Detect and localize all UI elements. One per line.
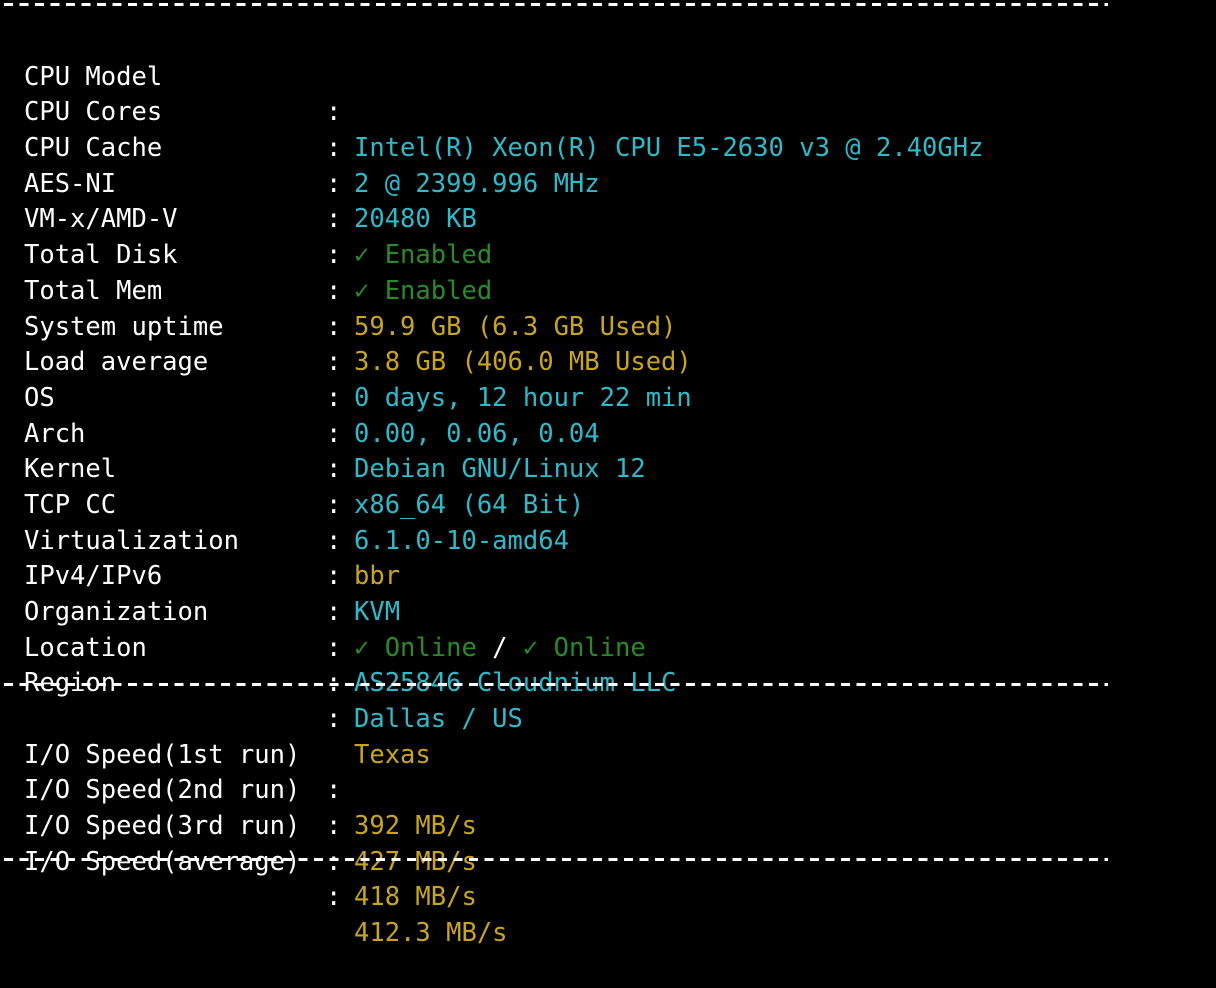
- value-vmx: ✓ Enabled: [354, 275, 493, 306]
- colon: :: [326, 275, 342, 306]
- row-system-uptime: System uptime : 0 days, 12 hour 22 min: [24, 274, 692, 413]
- row-ipv4-ipv6: IPv4/IPv6 : ✓ Online / ✓ Online: [24, 524, 646, 662]
- value-location: Dallas / US: [354, 704, 523, 735]
- colon: :: [326, 133, 342, 164]
- colon: :: [326, 311, 342, 342]
- value-region: Texas: [354, 739, 431, 770]
- system-info-list: CPU Model : Intel(R) Xeon(R) CPU E5-2630…: [24, 24, 983, 770]
- value-io-average: 412.3 MB/s: [354, 918, 508, 949]
- colon: :: [326, 775, 342, 806]
- colon: :: [326, 347, 342, 378]
- row-io-2nd: I/O Speed(2nd run) : 427 MB/s: [24, 738, 477, 876]
- colon: :: [326, 382, 342, 413]
- row-os: OS : Debian GNU/Linux 12: [24, 345, 646, 484]
- colon: :: [326, 882, 342, 913]
- colon: :: [326, 168, 342, 199]
- row-vmx: VM-x/AMD-V : ✓ Enabled: [24, 167, 492, 305]
- colon: :: [326, 525, 342, 556]
- colon: :: [326, 418, 342, 449]
- row-virtualization: Virtualization : KVM: [24, 488, 400, 627]
- io-speed-list: I/O Speed(1st run) : 392 MB/s I/O Speed(…: [24, 702, 508, 948]
- row-tcp-cc: TCP CC : bbr: [24, 452, 400, 591]
- value-io-1st: 392 MB/s: [354, 811, 477, 842]
- value-cpu-cores: 2 @ 2399.996 MHz: [354, 168, 600, 199]
- value-io-2nd: 427 MB/s: [354, 846, 477, 877]
- row-region: Region : Texas: [24, 631, 431, 769]
- row-io-1st: I/O Speed(1st run) : 392 MB/s: [24, 702, 477, 841]
- colon: :: [326, 489, 342, 520]
- value-system-uptime: 0 days, 12 hour 22 min: [354, 382, 692, 413]
- value-aes-ni: ✓ Enabled: [354, 240, 493, 271]
- value-cpu-model: Intel(R) Xeon(R) CPU E5-2630 v3 @ 2.40GH…: [354, 133, 984, 164]
- ipv6-status: ✓ Online: [522, 632, 646, 663]
- separator-line-bottom: [4, 858, 1108, 861]
- row-total-mem: Total Mem : 3.8 GB (406.0 MB Used): [24, 238, 692, 377]
- row-total-disk: Total Disk : 59.9 GB (6.3 GB Used): [24, 202, 676, 341]
- colon: :: [326, 561, 342, 592]
- row-arch: Arch : x86_64 (64 Bit): [24, 381, 584, 520]
- colon: :: [326, 811, 342, 842]
- value-total-mem: 3.8 GB (406.0 MB Used): [354, 347, 692, 378]
- separator-line-middle: [4, 683, 1108, 686]
- value-kernel: 6.1.0-10-amd64: [354, 525, 569, 556]
- value-total-disk: 59.9 GB (6.3 GB Used): [354, 311, 677, 342]
- row-organization: Organization : AS25846 Cloudnium LLC: [24, 559, 676, 698]
- row-io-average: I/O Speed(average) : 412.3 MB/s: [24, 809, 508, 948]
- ip-divider: /: [476, 632, 523, 663]
- colon: :: [326, 846, 342, 877]
- value-arch: x86_64 (64 Bit): [354, 489, 585, 520]
- terminal-window: CPU Model : Intel(R) Xeon(R) CPU E5-2630…: [0, 0, 1216, 948]
- value-virtualization: KVM: [354, 597, 401, 628]
- row-cpu-cache: CPU Cache : 20480 KB: [24, 95, 477, 234]
- row-kernel: Kernel : 6.1.0-10-amd64: [24, 417, 569, 555]
- row-aes-ni: AES-NI : ✓ Enabled: [24, 131, 492, 270]
- separator-line-top: [4, 3, 1108, 6]
- colon: :: [326, 240, 342, 271]
- colon: :: [326, 597, 342, 628]
- value-cpu-cache: 20480 KB: [354, 204, 477, 235]
- colon: :: [326, 204, 342, 235]
- value-io-3rd: 418 MB/s: [354, 882, 477, 913]
- value-load-average: 0.00, 0.06, 0.04: [354, 418, 600, 449]
- colon: :: [326, 632, 342, 663]
- ipv4-status: ✓ Online: [354, 632, 477, 663]
- row-io-3rd: I/O Speed(3rd run) : 418 MB/s: [24, 773, 477, 912]
- label-io-average: I/O Speed(average): [24, 846, 301, 877]
- value-os: Debian GNU/Linux 12: [354, 454, 646, 485]
- value-tcp-cc: bbr: [354, 561, 401, 592]
- value-ipv4-ipv6: ✓ Online / ✓ Online: [354, 631, 646, 667]
- row-cpu-cores: CPU Cores : 2 @ 2399.996 MHz: [24, 60, 600, 198]
- colon: :: [326, 97, 342, 128]
- row-load-average: Load average : 0.00, 0.06, 0.04: [24, 310, 600, 448]
- colon: :: [326, 454, 342, 485]
- row-cpu-model: CPU Model : Intel(R) Xeon(R) CPU E5-2630…: [24, 24, 983, 163]
- row-location: Location : Dallas / US: [24, 595, 523, 734]
- colon: :: [326, 704, 342, 735]
